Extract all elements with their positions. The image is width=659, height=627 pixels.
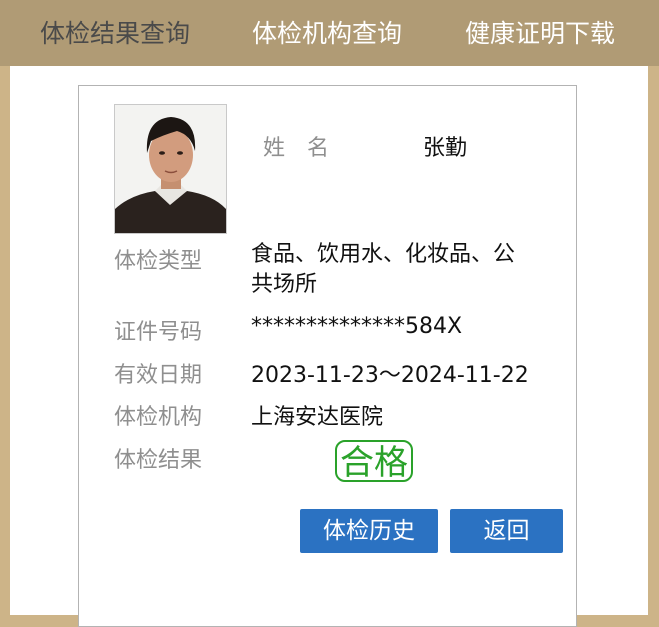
exam-history-button[interactable]: 体检历史 <box>300 509 438 553</box>
back-button[interactable]: 返回 <box>450 509 563 553</box>
id-number-value: **************584X <box>251 314 463 339</box>
exam-type-value: 食品、饮用水、化妆品、公共场所 <box>251 242 516 297</box>
tab-result-query[interactable]: 体检结果查询 <box>40 0 190 66</box>
valid-date-label: 有效日期 <box>114 363 203 388</box>
exam-type-label: 体检类型 <box>114 249 203 274</box>
result-pass-badge: 合格 <box>335 440 413 482</box>
person-photo-icon <box>115 105 226 233</box>
institution-value: 上海安达医院 <box>251 405 384 430</box>
exam-result-label: 体检结果 <box>114 448 203 473</box>
top-navigation-bar: 体检结果查询 体检机构查询 健康证明下载 <box>0 0 659 66</box>
id-photo <box>114 104 227 234</box>
tab-certificate-download[interactable]: 健康证明下载 <box>465 0 615 66</box>
institution-label: 体检机构 <box>114 405 203 430</box>
id-number-label: 证件号码 <box>114 320 203 345</box>
name-value: 张勤 <box>423 136 468 161</box>
name-label: 姓 名 <box>263 136 330 161</box>
valid-date-value: 2023-11-23～2024-11-22 <box>251 363 529 388</box>
tab-institution-query[interactable]: 体检机构查询 <box>252 0 402 66</box>
